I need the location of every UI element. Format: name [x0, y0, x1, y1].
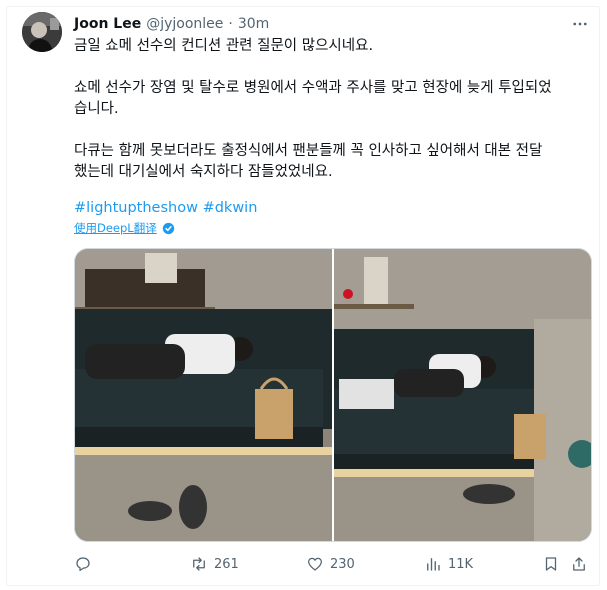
translate-label: 使用DeepL翻译 [74, 221, 157, 235]
header-separator: · [228, 16, 233, 32]
retweet-button[interactable]: 261 [190, 552, 239, 576]
tweet-line: 쇼메 선수가 장염 및 탈수로 병원에서 수액과 주사를 맞고 현장에 늦게 투… [74, 80, 552, 96]
bookmark-icon [545, 557, 557, 571]
views-chart-icon [427, 558, 440, 571]
more-icon [573, 22, 587, 26]
media-grid [74, 248, 592, 542]
tweet-header: Joon Lee @jyjoonlee · 30m [74, 14, 269, 34]
hashtag-list: #lightuptheshow #dkwin [74, 198, 257, 219]
heart-icon [307, 557, 323, 571]
like-button[interactable]: 230 [306, 552, 355, 576]
tweet-time[interactable]: 30m [238, 16, 269, 32]
translate-link[interactable]: 使用DeepL翻译 [74, 220, 175, 236]
more-options-button[interactable] [568, 14, 592, 34]
translate-badge-icon [162, 222, 174, 234]
hashtag-link[interactable]: #lightuptheshow [74, 200, 198, 216]
views-button[interactable]: 11K [424, 552, 473, 576]
tweet-photo[interactable] [75, 249, 332, 541]
author-name[interactable]: Joon Lee [74, 16, 141, 32]
tweet-line: 습니다. [74, 101, 119, 117]
retweet-icon [193, 557, 205, 571]
action-bar: 261 230 11K [74, 552, 594, 576]
author-handle[interactable]: @jyjoonlee [146, 16, 223, 32]
reply-icon [76, 557, 90, 572]
hashtag-link[interactable]: #dkwin [203, 200, 258, 216]
tweet-line: 금일 쇼메 선수의 컨디션 관련 질문이 많으시네요. [74, 38, 374, 54]
tweet-photo[interactable] [334, 249, 591, 541]
views-count: 11K [448, 556, 474, 572]
bookmark-button[interactable] [542, 552, 560, 576]
share-button[interactable] [570, 552, 588, 576]
share-icon [573, 557, 585, 571]
tweet-line: 다큐는 함께 못보더라도 출정식에서 팬분들께 꼭 인사하고 싶어해서 대본 전… [74, 143, 543, 159]
retweet-count: 261 [214, 556, 239, 572]
like-count: 230 [330, 556, 355, 572]
tweet-line: 했는데 대기실에서 숙지하다 잠들었었네요. [74, 164, 333, 180]
author-avatar[interactable] [22, 12, 62, 52]
reply-button[interactable] [74, 552, 98, 576]
